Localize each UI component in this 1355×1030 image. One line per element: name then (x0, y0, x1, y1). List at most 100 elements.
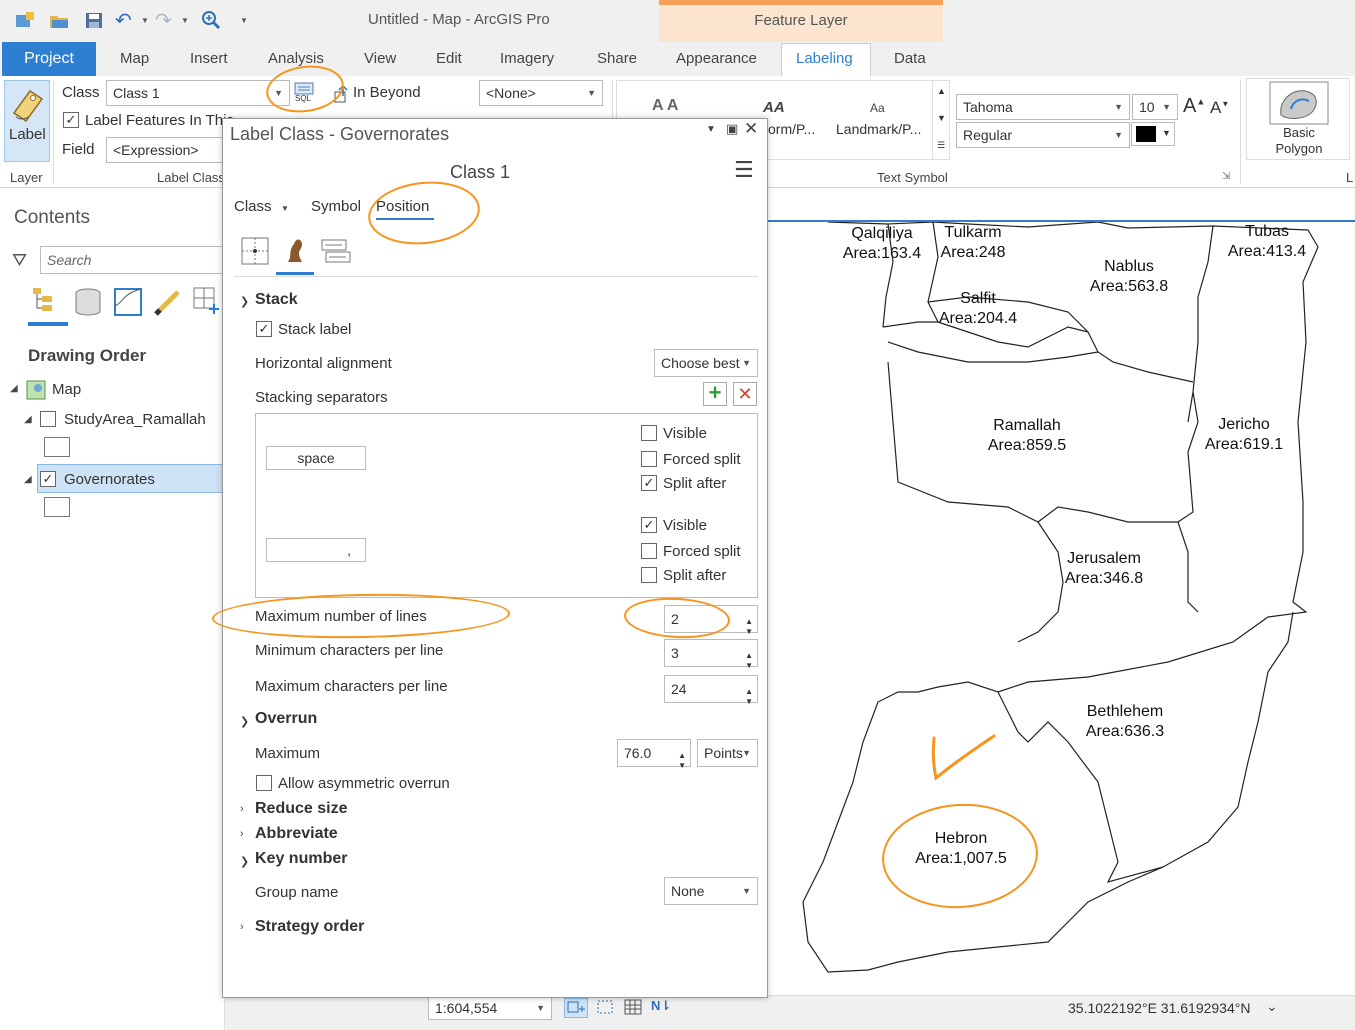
new-project-icon[interactable] (14, 10, 36, 30)
font-color-picker[interactable]: ▼ (1131, 122, 1175, 146)
group-name-dropdown[interactable]: None ▼ (664, 877, 758, 905)
study-area-symbol-swatch[interactable] (44, 437, 70, 457)
tab-appearance[interactable]: Appearance (676, 50, 757, 67)
tab-project[interactable]: Project (2, 42, 96, 76)
open-project-icon[interactable] (48, 10, 70, 30)
font-family-dropdown[interactable]: Tahoma ▼ (956, 94, 1130, 120)
separator-char-input[interactable]: , (266, 538, 366, 562)
key-number-section-header[interactable]: Key number (255, 850, 347, 868)
redo-dropdown-icon[interactable]: ▼ (181, 16, 189, 25)
decrease-font-size-icon[interactable]: A▼ (1210, 98, 1229, 118)
gallery-item-label[interactable]: Landmark/P... (836, 121, 921, 137)
layer-name-study-area[interactable]: StudyArea_Ramallah (64, 411, 206, 428)
governorates-symbol-swatch[interactable] (44, 497, 70, 517)
font-size-dropdown[interactable]: 10 ▼ (1132, 94, 1178, 120)
dialog-maximize-icon[interactable]: ▣ (726, 121, 738, 137)
reduce-size-section-header[interactable]: Reduce size (255, 800, 347, 818)
none-dropdown[interactable]: <None> ▼ (479, 80, 603, 106)
separator-split-after-checkbox[interactable]: ✓ (641, 475, 657, 491)
tab-analysis[interactable]: Analysis (268, 50, 324, 67)
tab-insert[interactable]: Insert (190, 50, 228, 67)
class-dropdown[interactable]: Class 1 ▼ (106, 80, 290, 106)
dialog-options-chevron-icon[interactable]: ▼ (706, 124, 716, 135)
scale-dropdown[interactable]: 1:604,554 ▼ (428, 996, 552, 1020)
coordinate-format-chevron-icon[interactable]: ⌄ (1266, 998, 1278, 1015)
list-by-selection-icon[interactable] (112, 286, 144, 318)
max-chars-stepper[interactable]: 24 ▲ ▼ (664, 675, 758, 706)
expand-map-icon[interactable]: ◢ (10, 383, 18, 394)
tab-labeling[interactable]: Labeling (796, 50, 853, 67)
filter-icon[interactable]: ⛛ (12, 250, 27, 271)
fitting-strategy-icon[interactable] (280, 234, 310, 266)
overrun-section-header[interactable]: Overrun (255, 710, 317, 728)
expand-governorates-icon[interactable]: ◢ (24, 474, 32, 485)
grid-icon[interactable] (623, 998, 643, 1018)
list-by-editing-icon[interactable] (152, 286, 184, 318)
label-button[interactable] (4, 80, 50, 162)
list-by-data-source-icon[interactable] (72, 286, 104, 318)
save-project-icon[interactable] (83, 10, 105, 30)
tab-share[interactable]: Share (597, 50, 637, 67)
conflict-resolution-icon[interactable] (320, 236, 352, 266)
list-by-snapping-icon[interactable] (192, 286, 224, 318)
map-view[interactable] (768, 220, 1355, 995)
tab-view[interactable]: View (364, 50, 396, 67)
reduce-size-expand-chevron-icon[interactable]: › (240, 803, 244, 815)
strategy-order-expand-chevron-icon[interactable]: › (240, 921, 244, 933)
in-beyond-label[interactable]: In Beyond (353, 84, 421, 101)
key-number-collapse-chevron-icon[interactable]: ❯ (240, 855, 249, 868)
allow-asymmetric-checkbox[interactable] (256, 775, 272, 791)
north-arrow-icon[interactable]: N⇂ (651, 998, 671, 1014)
expand-study-area-icon[interactable]: ◢ (24, 414, 32, 425)
governorates-visibility-checkbox[interactable]: ✓ (40, 471, 56, 487)
min-chars-stepper[interactable]: 3 ▲ ▼ (664, 639, 758, 670)
abbreviate-expand-chevron-icon[interactable]: › (240, 828, 244, 840)
tab-symbol[interactable]: Symbol (311, 198, 361, 215)
add-separator-icon[interactable]: + (703, 382, 727, 406)
separator-visible-checkbox[interactable] (641, 425, 657, 441)
abbreviate-section-header[interactable]: Abbreviate (255, 825, 338, 843)
font-style-dropdown[interactable]: Regular ▼ (956, 122, 1130, 148)
undo-icon[interactable]: ↶ (115, 8, 132, 33)
customize-qat-icon[interactable]: ▼ (240, 16, 248, 25)
separator-visible-checkbox[interactable]: ✓ (641, 517, 657, 533)
gallery-expand-icon[interactable]: ☰ (937, 140, 945, 151)
class-tab-dropdown-icon[interactable]: ▼ (281, 204, 289, 213)
layer-name-map[interactable]: Map (52, 381, 81, 398)
separator-forced-split-checkbox[interactable] (641, 451, 657, 467)
field-expression-dropdown[interactable]: <Expression> (106, 137, 224, 163)
remove-separator-icon[interactable]: ✕ (733, 382, 757, 406)
dialog-menu-icon[interactable]: ☰ (734, 157, 754, 183)
separator-split-after-checkbox[interactable] (641, 567, 657, 583)
gallery-scroll-down-icon[interactable]: ▼ (937, 113, 946, 123)
list-by-drawing-order-icon[interactable] (30, 286, 64, 318)
basic-polygon-button[interactable]: Basic Polygon (1246, 78, 1350, 160)
increase-font-size-icon[interactable]: A▲ (1183, 95, 1205, 118)
stack-section-header[interactable]: Stack (255, 291, 298, 309)
fixed-extent-icon[interactable] (595, 998, 617, 1018)
tab-imagery[interactable]: Imagery (500, 50, 554, 67)
label-features-checkbox[interactable]: ✓ (63, 112, 79, 128)
gallery-scroll-up-icon[interactable]: ▲ (937, 86, 946, 96)
text-symbol-launcher-icon[interactable]: ⇲ (1222, 171, 1230, 182)
dialog-close-icon[interactable]: ✕ (744, 119, 758, 139)
gallery-item-label[interactable]: orm/P... (768, 121, 815, 137)
zoom-in-icon[interactable] (200, 10, 222, 30)
stepper-down-icon[interactable]: ▼ (678, 753, 686, 779)
strategy-order-section-header[interactable]: Strategy order (255, 918, 364, 936)
undo-dropdown-icon[interactable]: ▼ (141, 16, 149, 25)
overrun-maximum-stepper[interactable]: 76.0 ▲ ▼ (617, 739, 691, 770)
stack-collapse-chevron-icon[interactable]: ❯ (240, 295, 249, 308)
layer-name-governorates[interactable]: Governorates (64, 471, 155, 488)
study-area-visibility-checkbox[interactable] (40, 411, 56, 427)
redo-icon[interactable]: ↷ (155, 8, 172, 33)
tab-map[interactable]: Map (120, 50, 149, 67)
overrun-units-dropdown[interactable]: Points ▼ (697, 739, 758, 767)
stepper-down-icon[interactable]: ▼ (745, 689, 753, 715)
horizontal-alignment-dropdown[interactable]: Choose best ▼ (654, 349, 758, 377)
separator-char-input[interactable]: space (266, 446, 366, 470)
tab-data[interactable]: Data (894, 50, 926, 67)
tab-class[interactable]: Class (234, 198, 272, 215)
tab-edit[interactable]: Edit (436, 50, 462, 67)
placement-icon[interactable] (240, 236, 270, 266)
